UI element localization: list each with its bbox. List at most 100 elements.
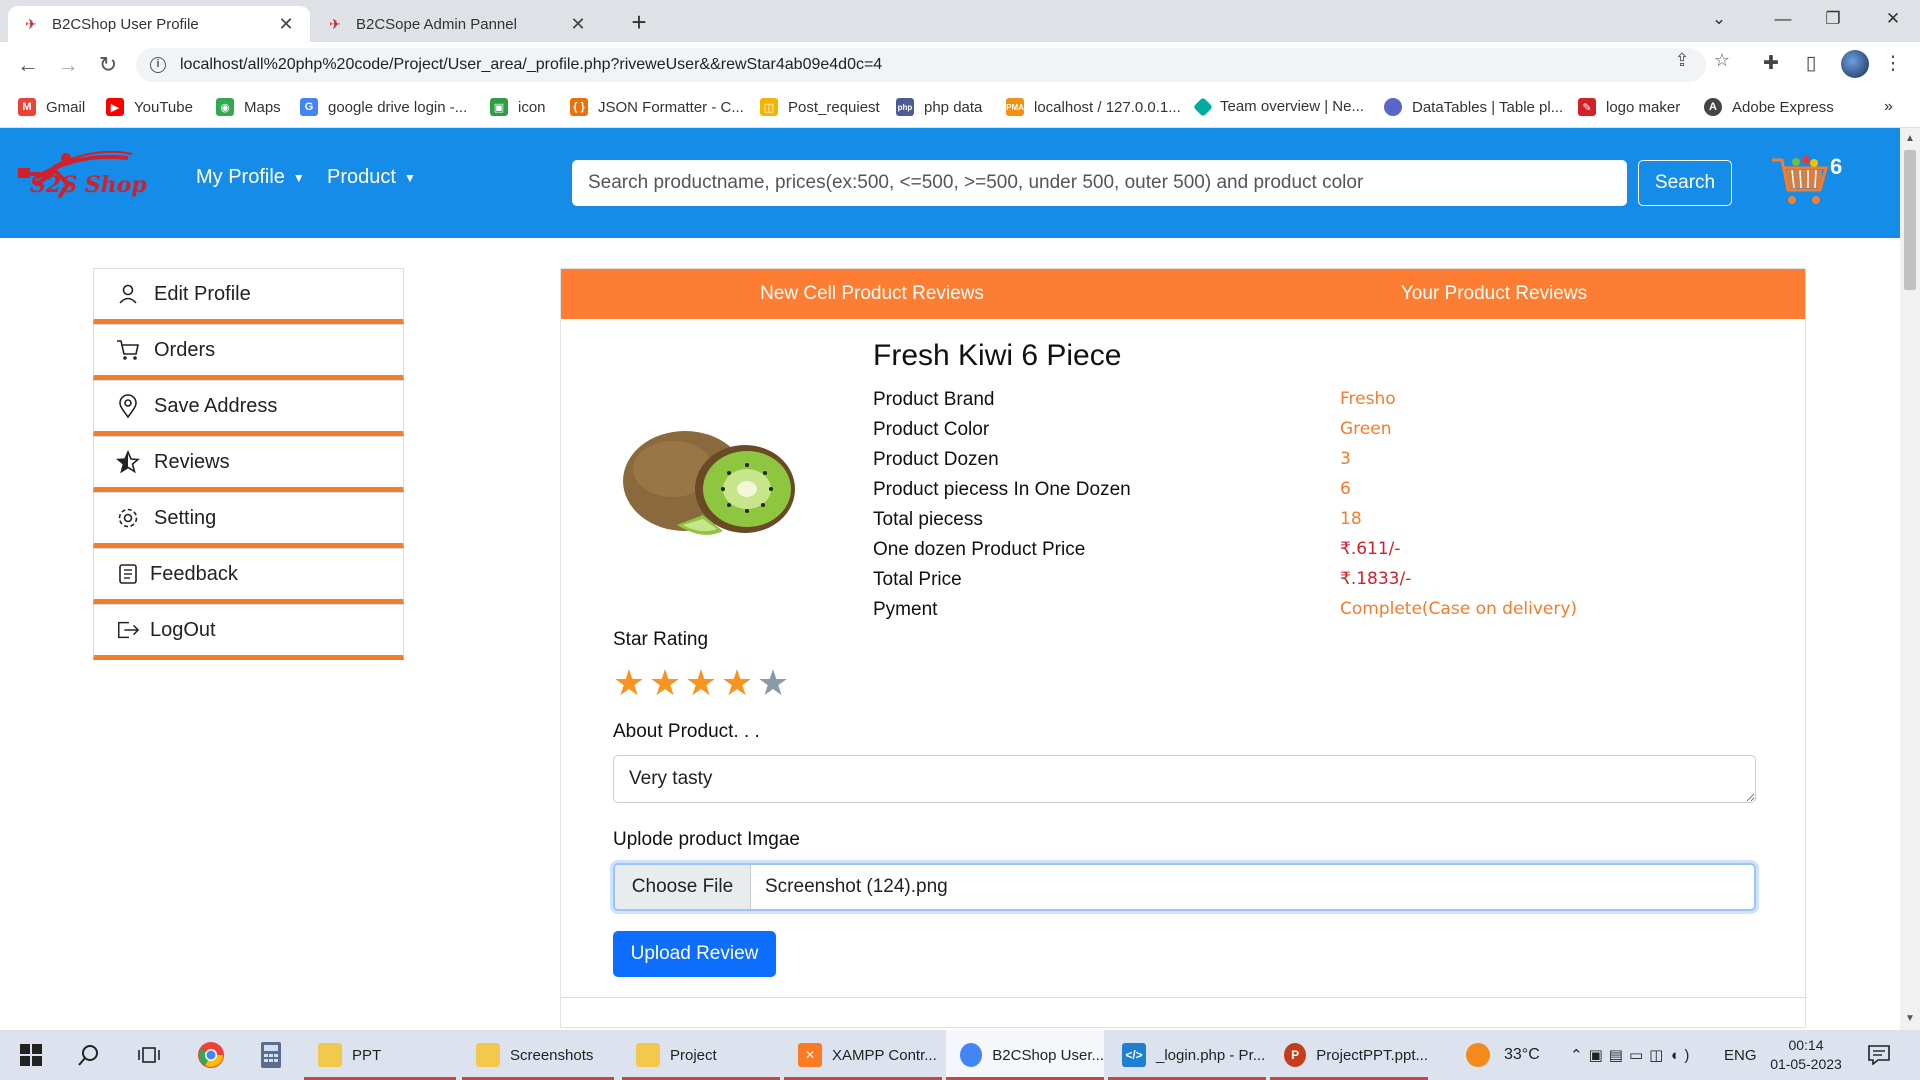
bookmark-php-data[interactable]: php php data xyxy=(896,98,982,116)
minimize-icon[interactable]: — xyxy=(1760,0,1806,38)
bookmark-maps[interactable]: ◉ Maps xyxy=(216,98,281,116)
review-text-field[interactable]: Very tasty xyxy=(613,755,1756,803)
bookmark-label: YouTube xyxy=(134,98,193,116)
star-filled-icon[interactable]: ★ xyxy=(647,663,683,703)
reload-icon[interactable]: ↻ xyxy=(92,50,124,80)
phpmyadmin-icon: PMA xyxy=(1006,98,1024,116)
taskbar-app-project[interactable]: Project xyxy=(622,1030,780,1080)
bookmarks-overflow-icon[interactable]: » xyxy=(1884,98,1893,116)
sidebar-item-setting[interactable]: Setting xyxy=(93,492,404,548)
star-filled-icon[interactable]: ★ xyxy=(719,663,755,703)
bookmark-logo-maker[interactable]: ✎ logo maker xyxy=(1578,98,1680,116)
bookmark-label: Gmail xyxy=(46,98,86,116)
spec-value: 18 xyxy=(1340,509,1362,529)
tab-your-product-reviews[interactable]: Your Product Reviews xyxy=(1183,269,1805,319)
tray-expand-icon[interactable]: ⌃ xyxy=(1570,1046,1589,1064)
bookmark-label: php data xyxy=(924,98,983,116)
chrome-pinned-icon[interactable] xyxy=(194,1039,228,1071)
bookmark-localhost[interactable]: PMA localhost / 127.0.0.1... xyxy=(1006,98,1181,116)
cart-icon[interactable] xyxy=(1770,154,1828,210)
taskbar-app-label: ProjectPPT.ppt... xyxy=(1316,1046,1428,1064)
windows-start-icon[interactable] xyxy=(14,1039,48,1071)
logo-maker-icon: ✎ xyxy=(1578,98,1596,116)
taskbar-app-vscode[interactable]: </> _login.php - Pr... xyxy=(1108,1030,1266,1080)
tray-monitor-icon[interactable]: ▤ xyxy=(1609,1046,1629,1064)
browser-tab-bar: ✈ B2CShop User Profile ✕ ✈ B2CSope Admin… xyxy=(0,0,1920,42)
site-info-icon[interactable]: i xyxy=(150,57,166,73)
star-icon xyxy=(116,450,140,474)
taskbar-app-ppt[interactable]: PPT xyxy=(304,1030,456,1080)
scroll-thumb[interactable] xyxy=(1904,150,1916,290)
sidebar-item-reviews[interactable]: Reviews xyxy=(93,436,404,492)
search-button[interactable]: Search xyxy=(1638,160,1732,206)
back-icon[interactable]: ← xyxy=(12,50,44,80)
bookmark-adobe-express[interactable]: A Adobe Express xyxy=(1704,98,1834,116)
extensions-icon[interactable]: ✚ xyxy=(1758,52,1784,75)
product-search-input[interactable] xyxy=(572,160,1627,206)
bookmark-youtube[interactable]: ▶ YouTube xyxy=(106,98,193,116)
search-icon[interactable] xyxy=(72,1039,106,1071)
window-close-icon[interactable]: ✕ xyxy=(1870,0,1916,38)
folder-icon xyxy=(636,1043,660,1067)
bookmark-post-request[interactable]: ◫ Post_requiest xyxy=(760,98,880,116)
weather-widget[interactable]: 33°C xyxy=(1466,1030,1540,1080)
sidebar-item-edit-profile[interactable]: Edit Profile xyxy=(93,268,404,324)
side-panel-icon[interactable]: ▯ xyxy=(1798,52,1824,75)
menu-my-profile[interactable]: My Profile ▼ xyxy=(196,166,305,189)
tab-new-cell-product-reviews[interactable]: New Cell Product Reviews xyxy=(561,269,1183,319)
tab-close-icon[interactable]: ✕ xyxy=(276,14,296,35)
bookmark-datatables[interactable]: DataTables | Table pl... xyxy=(1384,98,1563,116)
bookmark-label: DataTables | Table pl... xyxy=(1412,98,1564,116)
chrome-icon xyxy=(960,1043,983,1067)
star-filled-icon[interactable]: ★ xyxy=(683,663,719,703)
bookmark-label: google drive login -... xyxy=(328,98,468,116)
profile-avatar-icon[interactable] xyxy=(1841,50,1869,78)
taskbar-app-xampp[interactable]: ✕ XAMPP Contr... xyxy=(784,1030,942,1080)
bookmark-gmail[interactable]: M Gmail xyxy=(18,98,85,116)
sidebar-item-feedback[interactable]: Feedback xyxy=(93,548,404,604)
image-file-input[interactable]: Choose File Screenshot (124).png xyxy=(613,863,1756,911)
url-field[interactable]: i localhost/all%20php%20code/Project/Use… xyxy=(136,48,1706,82)
bookmark-json-formatter[interactable]: { } JSON Formatter - C... xyxy=(570,98,744,116)
browser-tab-admin-panel[interactable]: ✈ B2CSope Admin Pannel ✕ xyxy=(312,6,602,42)
restore-icon[interactable]: ❐ xyxy=(1810,0,1856,38)
choose-file-button[interactable]: Choose File xyxy=(615,865,751,909)
menu-kebab-icon[interactable]: ⋮ xyxy=(1880,52,1906,75)
scroll-down-icon[interactable]: ▼ xyxy=(1900,1010,1920,1028)
share-icon[interactable]: ⇪ xyxy=(1668,50,1696,71)
taskbar-clock[interactable]: 00:14 01-05-2023 xyxy=(1766,1036,1846,1074)
calculator-icon[interactable] xyxy=(254,1039,288,1071)
menu-product[interactable]: Product ▼ xyxy=(327,166,416,189)
tab-close-icon[interactable]: ✕ xyxy=(568,14,588,35)
bookmark-star-icon[interactable]: ☆ xyxy=(1708,50,1736,71)
upload-review-button[interactable]: Upload Review xyxy=(613,931,776,977)
battery-icon[interactable]: ▭ xyxy=(1629,1046,1649,1064)
bookmark-google-drive[interactable]: G google drive login -... xyxy=(300,98,467,116)
taskbar-app-chrome[interactable]: B2CShop User... xyxy=(946,1030,1104,1080)
new-tab-button[interactable]: + xyxy=(624,8,654,38)
notification-icon[interactable] xyxy=(1862,1039,1896,1071)
task-view-icon[interactable] xyxy=(132,1039,166,1071)
site-favicon-icon: ✈ xyxy=(329,15,341,32)
sidebar-item-save-address[interactable]: Save Address xyxy=(93,380,404,436)
system-tray-icons[interactable]: ⌃ ▣ ▤ ▭ ◫ ◖) xyxy=(1570,1030,1695,1080)
sidebar-item-logout[interactable]: LogOut xyxy=(93,604,404,660)
language-indicator[interactable]: ENG xyxy=(1724,1030,1757,1080)
browser-tab-user-profile[interactable]: ✈ B2CShop User Profile ✕ xyxy=(8,6,310,42)
star-empty-icon[interactable]: ★ xyxy=(755,663,791,703)
spec-value: 6 xyxy=(1340,479,1351,499)
bookmark-team-overview[interactable]: Team overview | Ne... xyxy=(1193,96,1364,117)
network-icon[interactable]: ◫ xyxy=(1649,1046,1669,1064)
star-filled-icon[interactable]: ★ xyxy=(611,663,647,703)
php-icon: php xyxy=(896,98,914,116)
page-scrollbar[interactable]: ▲ ▼ xyxy=(1900,128,1920,1030)
bookmark-icon-site[interactable]: ▣ icon xyxy=(490,98,546,116)
forward-icon[interactable]: → xyxy=(52,50,84,80)
scroll-up-icon[interactable]: ▲ xyxy=(1900,130,1920,148)
tray-app-icon[interactable]: ▣ xyxy=(1589,1046,1609,1064)
taskbar-app-powerpoint[interactable]: P ProjectPPT.ppt... xyxy=(1270,1030,1428,1080)
taskbar-app-screenshots[interactable]: Screenshots xyxy=(462,1030,614,1080)
sidebar-item-orders[interactable]: Orders xyxy=(93,324,404,380)
tab-search-icon[interactable]: ⌄ xyxy=(1696,0,1742,38)
volume-icon[interactable]: ◖) xyxy=(1669,1047,1695,1064)
